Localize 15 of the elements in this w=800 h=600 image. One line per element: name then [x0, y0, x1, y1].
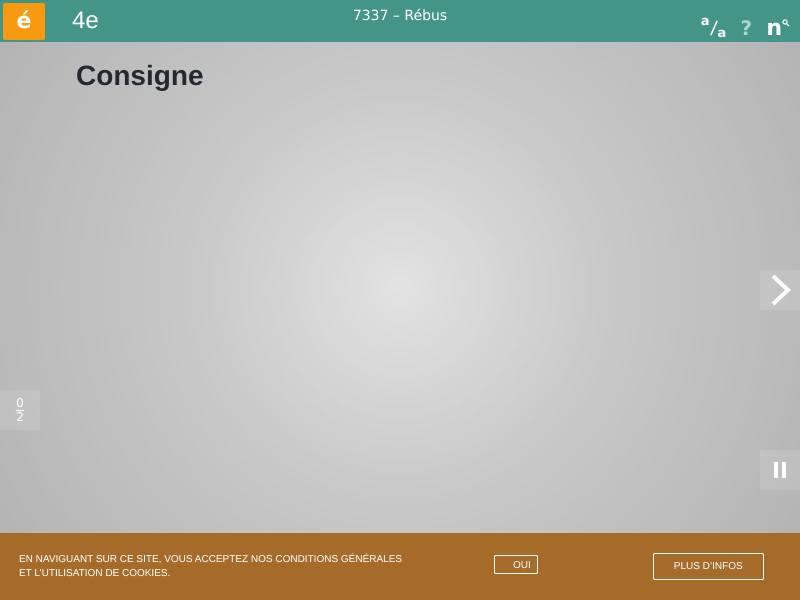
text-size-button[interactable]: a a [700, 16, 726, 40]
brand-button[interactable]: n [766, 18, 790, 40]
score-total: 2 [16, 410, 24, 424]
next-button[interactable] [760, 270, 800, 310]
search-icon [782, 19, 790, 27]
instruction-heading: Consigne [76, 60, 205, 92]
slash-icon [710, 19, 718, 37]
pause-button[interactable] [760, 450, 800, 490]
grade-label: 4e [72, 7, 99, 35]
score-value: 0 [16, 396, 24, 410]
app-logo[interactable]: é [3, 2, 45, 40]
accept-button[interactable]: OUI [494, 555, 538, 574]
more-info-button[interactable]: PLUS D’INFOS [652, 553, 764, 580]
exercise-title: 7337 – Rébus [352, 8, 448, 24]
cookie-notice: EN NAVIGUANT SUR CE SITE, VOUS ACCEPTEZ NOS CONDITIONS GÉNÉRALES ET L’UTILISATION DE COOKIES. [19, 552, 404, 580]
